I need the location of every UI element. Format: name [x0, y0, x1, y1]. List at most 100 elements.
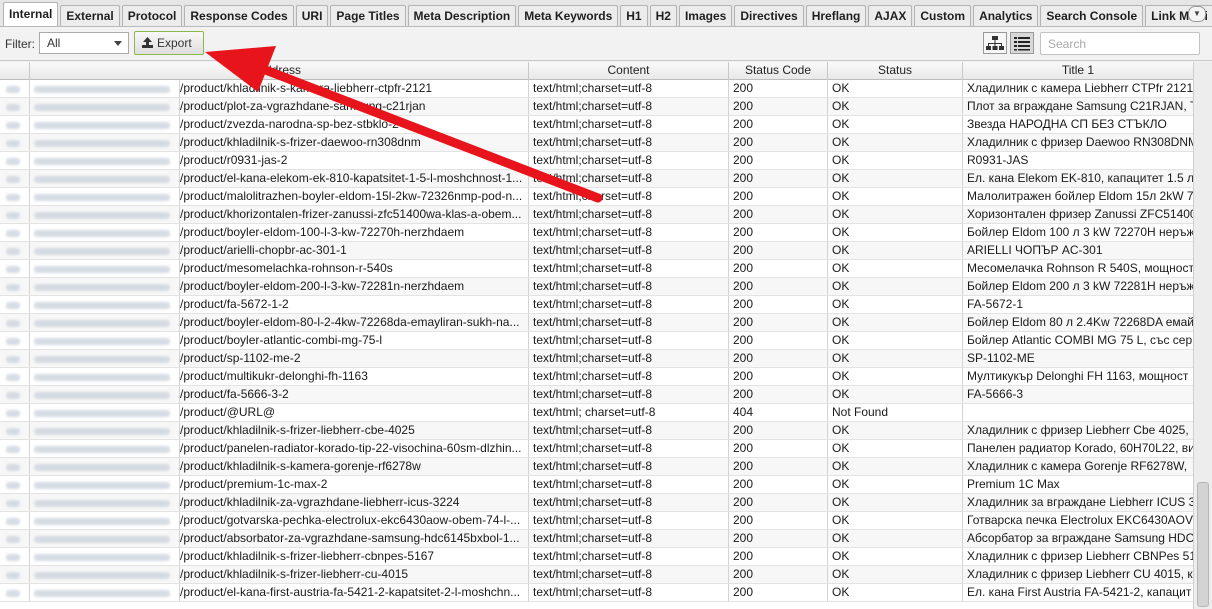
- table-row[interactable]: /product/boyler-atlantic-combi-mg-75-l te…: [0, 332, 1193, 350]
- table-row[interactable]: /product/fa-5666-3-2 text/html;charset=ut…: [0, 386, 1193, 404]
- tab-hreflang[interactable]: Hreflang: [805, 5, 867, 26]
- cell-content-type: text/html;charset=utf-8: [529, 458, 729, 475]
- tab-analytics[interactable]: Analytics: [973, 5, 1039, 26]
- table-row[interactable]: /product/khladilnik-s-frizer-daewoo-rn30…: [0, 134, 1193, 152]
- tab-h2[interactable]: H2: [649, 5, 677, 26]
- redacted-row-number: [6, 572, 20, 579]
- column-header-title[interactable]: Title 1: [963, 62, 1193, 80]
- cell-content-type: text/html;charset=utf-8: [529, 530, 729, 547]
- tab-meta-description[interactable]: Meta Description: [407, 5, 517, 26]
- cell-content-type: text/html;charset=utf-8: [529, 296, 729, 313]
- search-input[interactable]: [1040, 32, 1200, 55]
- redacted-domain-text: [34, 338, 170, 345]
- cell-status-code: 200: [729, 494, 828, 511]
- table-row[interactable]: /product/r0931-jas-2 text/html;charset=ut…: [0, 152, 1193, 170]
- row-number-redacted: [0, 386, 30, 403]
- column-header-content[interactable]: Content: [529, 62, 729, 80]
- table-body: /product/khladilnik-s-kamera-liebherr-ct…: [0, 80, 1193, 602]
- redacted-domain-text: [34, 554, 170, 561]
- cell-content-type: text/html;charset=utf-8: [529, 80, 729, 97]
- cell-content-type: text/html;charset=utf-8: [529, 134, 729, 151]
- tab-images[interactable]: Images: [678, 5, 733, 26]
- table-header: Address Content Status Code Status Title…: [0, 62, 1193, 80]
- redacted-domain-text: [34, 248, 170, 255]
- tab-meta-keywords[interactable]: Meta Keywords: [518, 5, 619, 26]
- chevron-down-icon[interactable]: ▼: [1188, 6, 1206, 22]
- redacted-domain-text: [34, 392, 170, 399]
- redacted-row-number: [6, 320, 20, 327]
- table-row[interactable]: /product/khladilnik-s-kamera-liebherr-ct…: [0, 80, 1193, 98]
- table-row[interactable]: /product/malolitrazhen-boyler-eldom-15l-…: [0, 188, 1193, 206]
- cell-address: /product/khladilnik-s-frizer-liebherr-cb…: [180, 548, 529, 565]
- tab-ajax[interactable]: AJAX: [868, 5, 913, 26]
- tab-search-console[interactable]: Search Console: [1040, 5, 1144, 26]
- cell-status: OK: [828, 440, 963, 457]
- tab-h1[interactable]: H1: [620, 5, 648, 26]
- row-number-redacted: [0, 368, 30, 385]
- tab-uri[interactable]: URI: [295, 5, 329, 26]
- redacted-row-number: [6, 176, 20, 183]
- list-view-icon: [1014, 37, 1030, 51]
- tab-external[interactable]: External: [60, 5, 120, 26]
- table-row[interactable]: /product/panelen-radiator-korado-tip-22-…: [0, 440, 1193, 458]
- tab-custom[interactable]: Custom: [914, 5, 972, 26]
- tab-protocol[interactable]: Protocol: [121, 5, 183, 26]
- row-number-redacted: [0, 422, 30, 439]
- table-row[interactable]: /product/absorbator-za-vgrazhdane-samsun…: [0, 530, 1193, 548]
- scrollbar-thumb[interactable]: [1197, 482, 1209, 607]
- filter-dropdown[interactable]: All: [39, 32, 129, 54]
- redacted-domain: [30, 458, 180, 475]
- table-row[interactable]: /product/arielli-chopbr-ac-301-1 text/htm…: [0, 242, 1193, 260]
- cell-status: OK: [828, 476, 963, 493]
- table-row[interactable]: /product/mesomelachka-rohnson-r-540s text…: [0, 260, 1193, 278]
- table-row[interactable]: /product/boyler-eldom-80-l-2-4kw-72268da…: [0, 314, 1193, 332]
- table-row[interactable]: /product/@URL@ text/html; charset=utf-8 40…: [0, 404, 1193, 422]
- redacted-row-number: [6, 392, 20, 399]
- row-number-redacted: [0, 206, 30, 223]
- cell-title: Звезда НАРОДНА СП БЕЗ СТЪКЛО: [967, 117, 1167, 131]
- table-row[interactable]: /product/gotvarska-pechka-electrolux-ekc…: [0, 512, 1193, 530]
- table-row[interactable]: /product/khorizontalen-frizer-zanussi-zf…: [0, 206, 1193, 224]
- table-row[interactable]: /product/boyler-eldom-200-l-3-kw-72281n-…: [0, 278, 1193, 296]
- table-row[interactable]: /product/premium-1c-max-2 text/html;chars…: [0, 476, 1193, 494]
- table-row[interactable]: /product/el-kana-elekom-ek-810-kapatsite…: [0, 170, 1193, 188]
- column-header-address[interactable]: Address: [30, 62, 529, 80]
- cell-status-code: 200: [729, 548, 828, 565]
- cell-status-code: 200: [729, 206, 828, 223]
- table-row[interactable]: /product/multikukr-delonghi-fh-1163 text/…: [0, 368, 1193, 386]
- column-header-status-code[interactable]: Status Code: [729, 62, 828, 80]
- redacted-row-number: [6, 482, 20, 489]
- table-row[interactable]: /product/el-kana-first-austria-fa-5421-2…: [0, 584, 1193, 602]
- export-button[interactable]: Export: [134, 31, 204, 55]
- table-row[interactable]: /product/khladilnik-s-frizer-liebherr-cu…: [0, 566, 1193, 584]
- table-row[interactable]: /product/sp-1102-me-2 text/html;charset=u…: [0, 350, 1193, 368]
- column-header-status[interactable]: Status: [828, 62, 963, 80]
- cell-status: OK: [828, 386, 963, 403]
- tab-internal[interactable]: Internal: [3, 2, 59, 26]
- tab-response-codes[interactable]: Response Codes: [184, 5, 294, 26]
- redacted-domain: [30, 152, 180, 169]
- redacted-domain-text: [34, 158, 170, 165]
- vertical-scrollbar[interactable]: [1193, 62, 1212, 609]
- cell-address: /product/fa-5666-3-2: [180, 386, 529, 403]
- tree-view-icon: [986, 36, 1004, 50]
- cell-address: /product/mesomelachka-rohnson-r-540s: [180, 260, 529, 277]
- table-row[interactable]: /product/plot-za-vgrazhdane-samsung-c21r…: [0, 98, 1193, 116]
- cell-title: Бойлер Eldom 200 л 3 kW 72281H неръж: [967, 279, 1193, 293]
- table-row[interactable]: /product/khladilnik-za-vgrazhdane-liebhe…: [0, 494, 1193, 512]
- redacted-domain: [30, 296, 180, 313]
- table-row[interactable]: /product/khladilnik-s-kamera-gorenje-rf6…: [0, 458, 1193, 476]
- table-row[interactable]: /product/zvezda-narodna-sp-bez-stbklo-2 t…: [0, 116, 1193, 134]
- tab-page-titles[interactable]: Page Titles: [330, 5, 406, 26]
- cell-status: OK: [828, 278, 963, 295]
- table-row[interactable]: /product/khladilnik-s-frizer-liebherr-cb…: [0, 548, 1193, 566]
- table-row[interactable]: /product/boyler-eldom-100-l-3-kw-72270h-…: [0, 224, 1193, 242]
- table-row[interactable]: /product/khladilnik-s-frizer-liebherr-cb…: [0, 422, 1193, 440]
- cell-status-code: 200: [729, 296, 828, 313]
- redacted-row-number: [6, 284, 20, 291]
- tree-view-button[interactable]: [983, 32, 1007, 54]
- table-row[interactable]: /product/fa-5672-1-2 text/html;charset=ut…: [0, 296, 1193, 314]
- cell-status-code: 200: [729, 80, 828, 97]
- tab-directives[interactable]: Directives: [734, 5, 804, 26]
- list-view-button[interactable]: [1010, 32, 1034, 54]
